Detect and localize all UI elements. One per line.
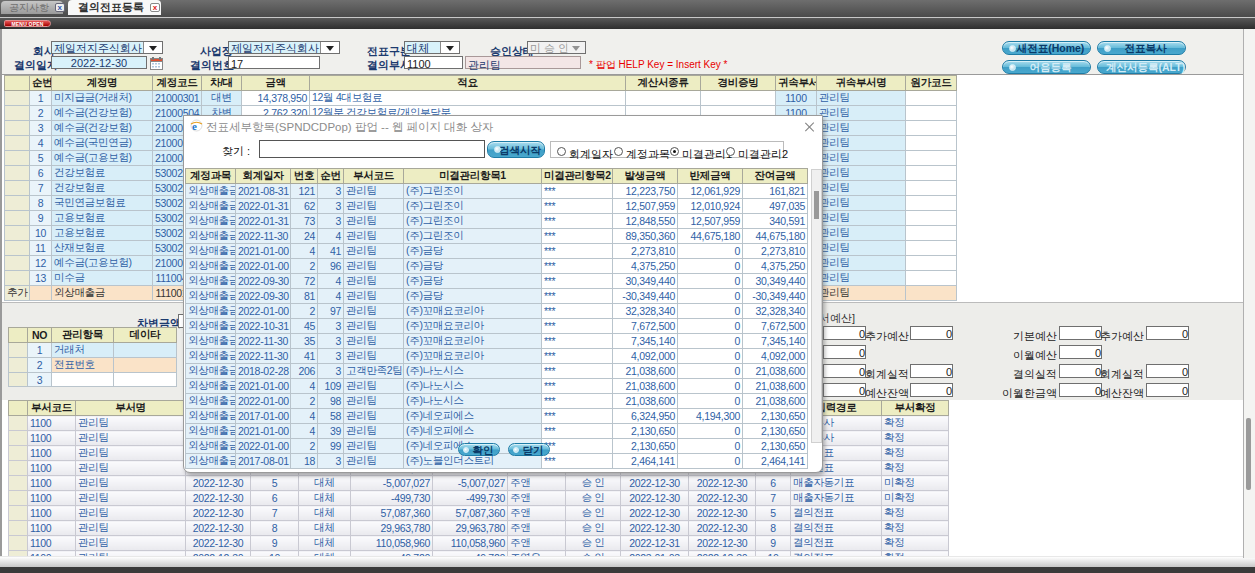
svg-text:e: e (192, 120, 197, 132)
